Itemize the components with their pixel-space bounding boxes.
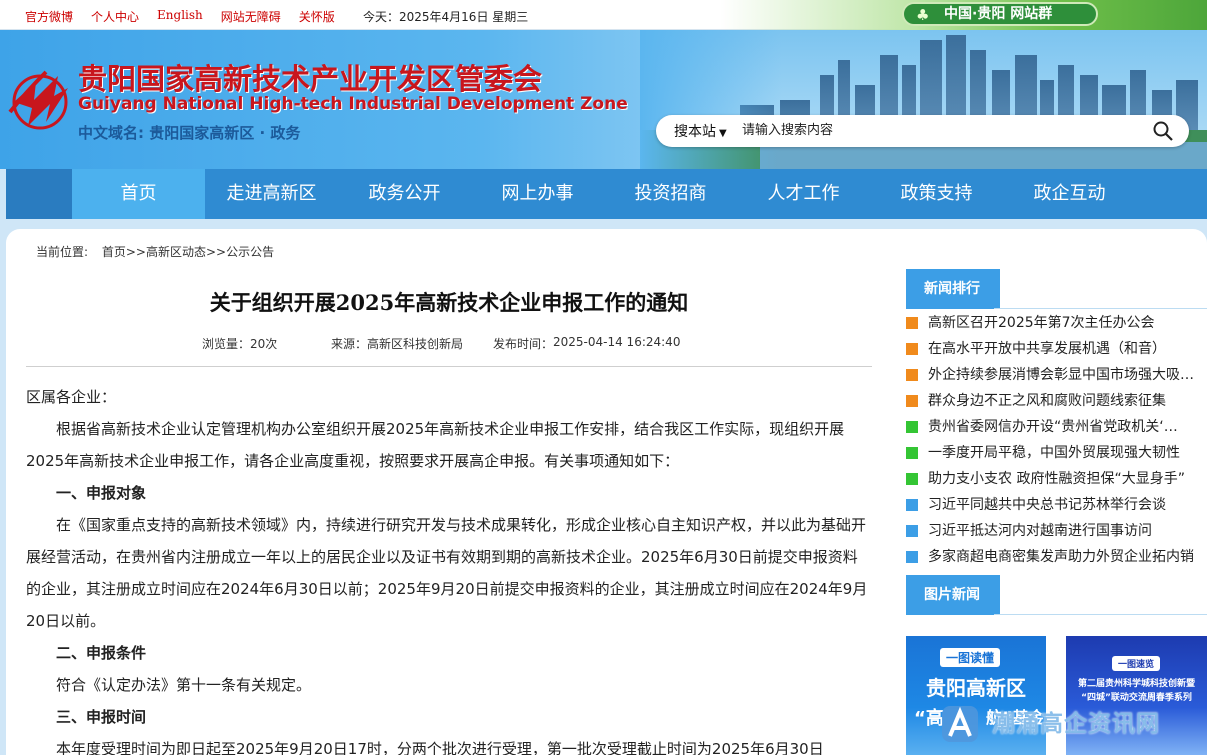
news-title: 在高水平开放中共享发展机遇（和音） <box>928 341 1166 357</box>
search-bar: 搜本站 ▼ <box>656 115 1189 147</box>
section-heading-conditions: 二、申报条件 <box>56 644 147 662</box>
list-item[interactable]: 群众身边不正之风和腐败问题线索征集 <box>906 388 1207 414</box>
article-body: 区属各企业： 根据省高新技术企业认定管理机构办公室组织开展2025年高新技术企业… <box>26 381 872 755</box>
chevron-down-icon: ▼ <box>719 128 727 139</box>
news-title: 习近平同越共中央总书记苏林举行会谈 <box>928 497 1166 513</box>
news-title: 一季度开局平稳，中国外贸展现强大韧性 <box>928 445 1180 461</box>
search-icon[interactable] <box>1152 120 1174 142</box>
pic1-line1: 贵阳高新区 <box>926 676 1026 700</box>
bullet-square-icon <box>906 551 918 563</box>
picture-news-tab[interactable]: 图片新闻 <box>906 575 1000 615</box>
search-scope-label: 搜本站 <box>674 124 716 140</box>
list-item[interactable]: 习近平同越共中央总书记苏林举行会谈 <box>906 492 1207 518</box>
personal-center-link[interactable]: 个人中心 <box>91 8 139 25</box>
watermark: 潮涌高企资讯网 <box>940 700 1180 750</box>
site-title-cn: 贵阳国家高新技术产业开发区管委会 <box>78 62 543 96</box>
site-group-icon: ♣ <box>916 6 930 24</box>
breadcrumb: 当前位置: 首页>>高新区动态>>公示公告 <box>36 243 274 260</box>
paragraph-time: 本年度受理时间为即日起至2025年9月20日17时，分两个批次进行受理，第一批次… <box>56 740 824 755</box>
news-title: 高新区召开2025年第7次主任办公会 <box>928 315 1155 331</box>
accessibility-link[interactable]: 网站无障碍 <box>221 8 281 25</box>
news-rank-underline <box>994 269 1207 309</box>
source-value: 高新区科技创新局 <box>367 337 464 351</box>
list-item[interactable]: 助力支小支农 政府性融资担保“大显身手” <box>906 466 1207 492</box>
news-title: 贵州省委网信办开设“贵州省党政机关‘… <box>928 419 1178 435</box>
news-title: 群众身边不正之风和腐败问题线索征集 <box>928 393 1166 409</box>
list-item[interactable]: 一季度开局平稳，中国外贸展现强大韧性 <box>906 440 1207 466</box>
top-links: 官方微博 个人中心 English 网站无障碍 关怀版 <box>25 8 353 25</box>
news-title: 外企持续参展消博会彰显中国市场强大吸引力 <box>928 367 1207 383</box>
gaoxin-logo-icon <box>8 70 68 130</box>
bullet-square-icon <box>906 447 918 459</box>
site-group-button[interactable]: ♣ 中国·贵阳 网站群 <box>902 2 1098 26</box>
salutation: 区属各企业： <box>26 388 117 406</box>
watermark-logo-icon <box>942 706 978 742</box>
bullet-square-icon <box>906 421 918 433</box>
nav-about[interactable]: 走进高新区 <box>205 169 338 219</box>
breadcrumb-path[interactable]: 首页>>高新区动态>>公示公告 <box>102 245 274 259</box>
paragraph-conditions: 符合《认定办法》第十一条有关规定。 <box>56 676 312 694</box>
paragraph-intro: 根据省高新技术企业认定管理机构办公室组织开展2025年高新技术企业申报工作安排，… <box>26 420 845 470</box>
article-divider <box>26 366 872 367</box>
view-count: 浏览量：20次 <box>202 337 278 351</box>
bullet-square-icon <box>906 317 918 329</box>
paragraph-targets: 在《国家重点支持的高新技术领域》内，持续进行研究开发与技术成果转化，形成企业核心… <box>26 516 868 630</box>
bullet-square-icon <box>906 473 918 485</box>
search-scope-select[interactable]: 搜本站 ▼ <box>674 121 727 141</box>
section-heading-time: 三、申报时间 <box>56 708 147 726</box>
article-title: 关于组织开展2025年高新技术企业申报工作的通知 <box>209 290 689 315</box>
news-title: 助力支小支农 政府性融资担保“大显身手” <box>928 471 1185 487</box>
nav-gov-affairs[interactable]: 政务公开 <box>338 169 471 219</box>
bullet-square-icon <box>906 395 918 407</box>
today-date: 今天：2025年4月16日 星期三 <box>363 10 529 24</box>
care-version-link[interactable]: 关怀版 <box>299 8 335 25</box>
publish-time: 2025-04-14 16:24:40 <box>553 335 681 349</box>
pic2-line1: 第二届贵州科学城科技创新暨 <box>1077 679 1195 689</box>
nav-talent[interactable]: 人才工作 <box>737 169 870 219</box>
publish-label: 发布时间： <box>493 337 554 351</box>
news-rank-tab[interactable]: 新闻排行 <box>906 269 1000 309</box>
picture-news-underline <box>994 575 1207 615</box>
english-link[interactable]: English <box>157 8 203 25</box>
nav-home[interactable]: 首页 <box>72 169 205 219</box>
pic2-tag: 一图速览 <box>1112 656 1161 671</box>
bullet-square-icon <box>906 369 918 381</box>
source-label: 来源： <box>331 337 368 351</box>
bullet-square-icon <box>906 343 918 355</box>
list-item[interactable]: 贵州省委网信办开设“贵州省党政机关‘… <box>906 414 1207 440</box>
nav-policy[interactable]: 政策支持 <box>870 169 1003 219</box>
news-title: 多家商超电商密集发声助力外贸企业拓内销 <box>928 549 1194 565</box>
nav-online-services[interactable]: 网上办事 <box>471 169 604 219</box>
nav-spacer <box>6 169 72 219</box>
nav-interaction[interactable]: 政企互动 <box>1003 169 1136 219</box>
news-rank-list: 高新区召开2025年第7次主任办公会 在高水平开放中共享发展机遇（和音） 外企持… <box>906 310 1207 570</box>
site-title-en: Guiyang National High-tech Industrial De… <box>78 94 628 114</box>
pic1-tag: 一图读懂 <box>940 648 1001 667</box>
site-group-label: 中国·贵阳 网站群 <box>944 6 1053 22</box>
list-item[interactable]: 习近平抵达河内对越南进行国事访问 <box>906 518 1207 544</box>
bullet-square-icon <box>906 525 918 537</box>
weibo-link[interactable]: 官方微博 <box>25 8 73 25</box>
section-heading-targets: 一、申报对象 <box>56 484 147 502</box>
watermark-text: 潮涌高企资讯网 <box>992 711 1160 737</box>
search-input[interactable] <box>742 119 1132 141</box>
news-title: 习近平抵达河内对越南进行国事访问 <box>928 523 1152 539</box>
list-item[interactable]: 外企持续参展消博会彰显中国市场强大吸引力 <box>906 362 1207 388</box>
main-nav: 首页 走进高新区 政务公开 网上办事 投资招商 人才工作 政策支持 政企互动 <box>6 169 1207 219</box>
site-header: 贵阳国家高新技术产业开发区管委会 Guiyang National High-t… <box>0 30 1207 169</box>
bullet-square-icon <box>906 499 918 511</box>
nav-investment[interactable]: 投资招商 <box>604 169 737 219</box>
list-item[interactable]: 高新区召开2025年第7次主任办公会 <box>906 310 1207 336</box>
city-skyline-image <box>640 30 1207 169</box>
top-bar: 官方微博 个人中心 English 网站无障碍 关怀版 今天：2025年4月16… <box>0 0 1207 30</box>
list-item[interactable]: 多家商超电商密集发声助力外贸企业拓内销 <box>906 544 1207 570</box>
site-domain: 中文域名: 贵阳国家高新区 · 政务 <box>78 124 301 142</box>
breadcrumb-label: 当前位置: <box>36 245 89 259</box>
list-item[interactable]: 在高水平开放中共享发展机遇（和音） <box>906 336 1207 362</box>
